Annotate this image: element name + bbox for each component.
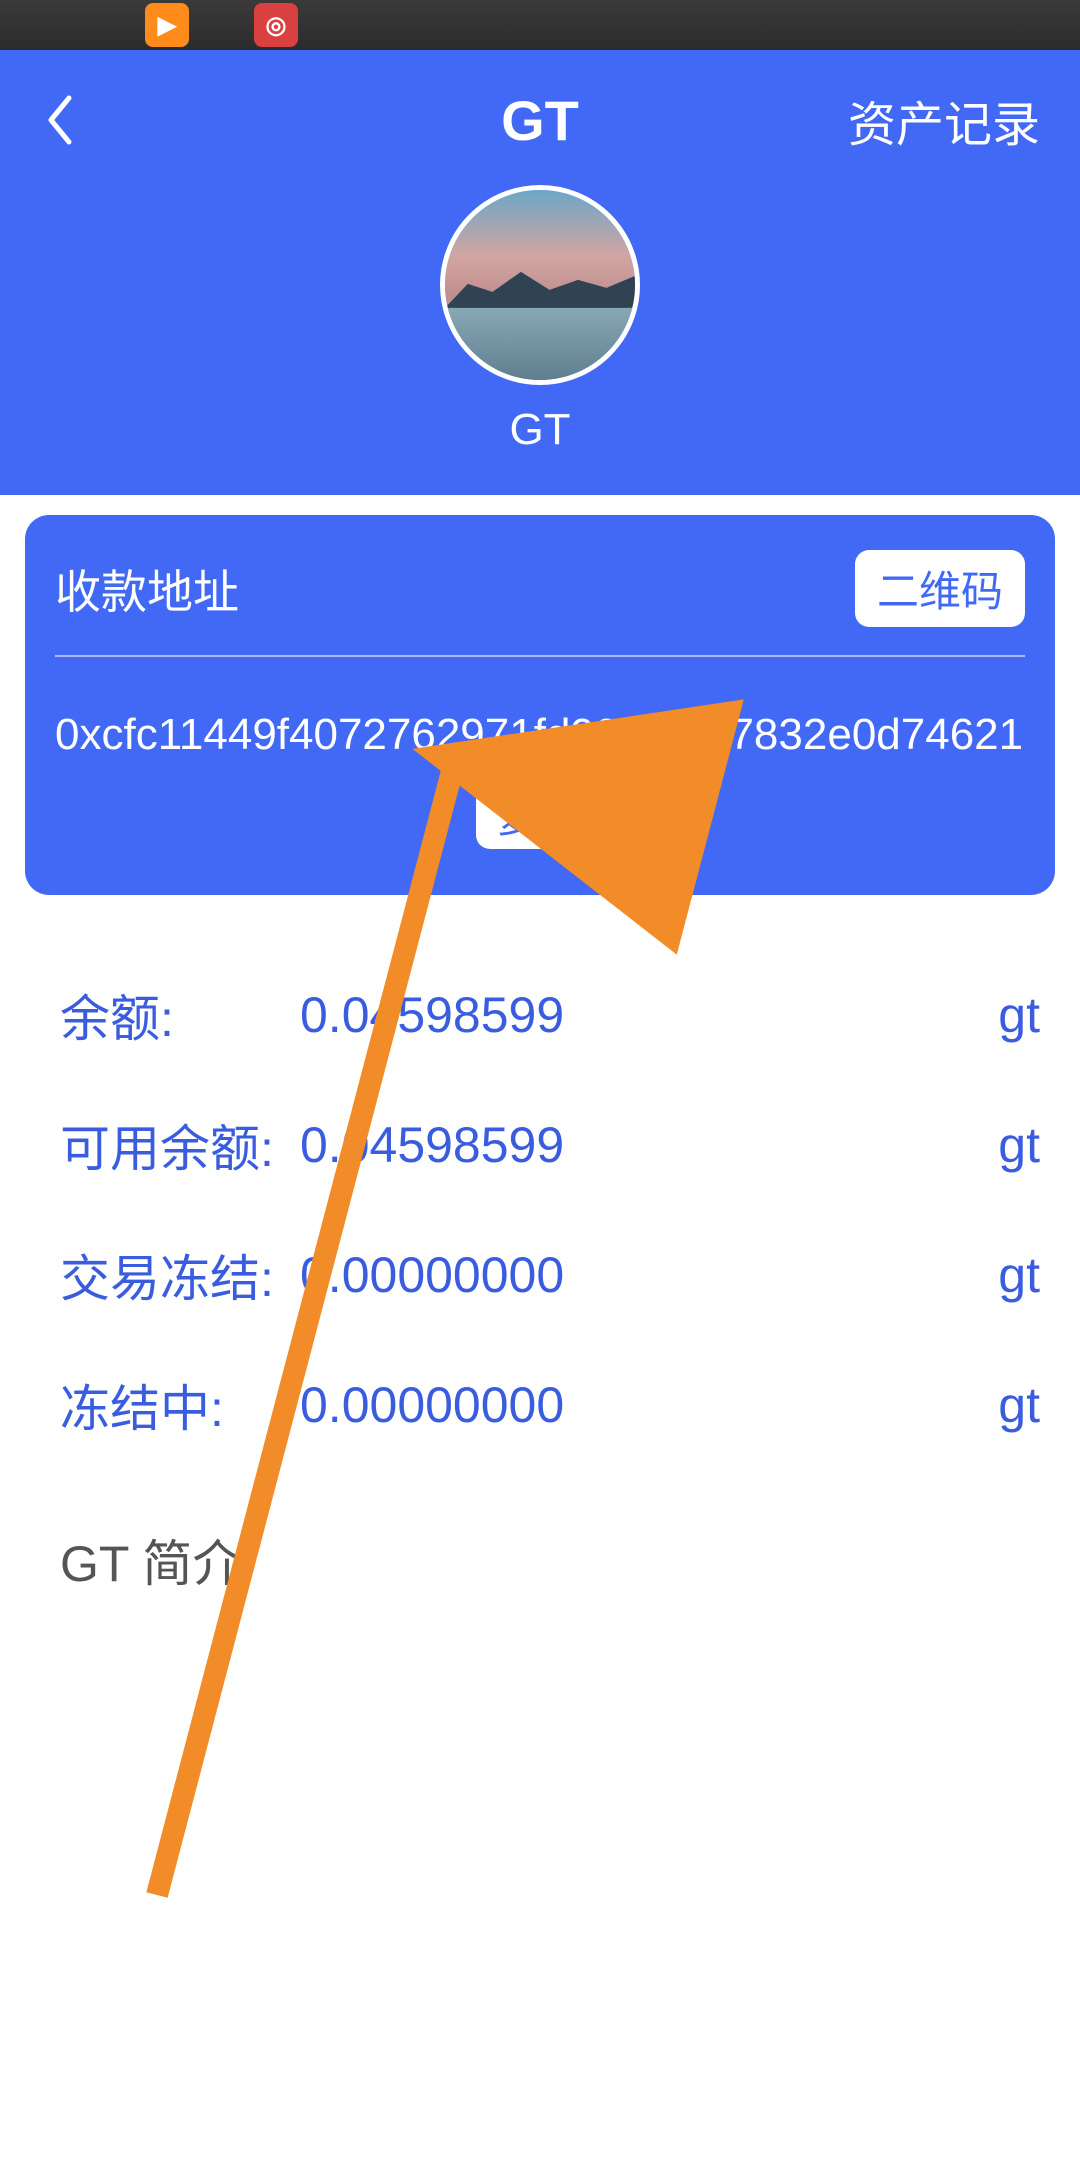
- balance-label: 余额:: [60, 979, 290, 1051]
- row-freezing: 冻结中: 0.00000000 gt: [60, 1340, 1040, 1470]
- back-button[interactable]: [40, 90, 80, 150]
- frozen-trade-label: 交易冻结:: [60, 1239, 290, 1311]
- card-header: 收款地址 二维码: [55, 550, 1025, 657]
- header: GT 资产记录 GT: [0, 50, 1080, 495]
- wallet-address[interactable]: 0xcfc11449f4072762971fd99102f37832e0d746…: [55, 705, 1025, 764]
- freezing-value: 0.00000000: [290, 1376, 960, 1434]
- asset-records-link[interactable]: 资产记录: [848, 85, 1040, 155]
- frozen-trade-value: 0.00000000: [290, 1246, 960, 1304]
- freezing-unit: gt: [960, 1376, 1040, 1434]
- freezing-label: 冻结中:: [60, 1369, 290, 1441]
- balance-value: 0.04598599: [290, 986, 960, 1044]
- row-available: 可用余额: 0.04598599 gt: [60, 1080, 1040, 1210]
- row-brief[interactable]: GT 简介: [60, 1495, 1040, 1625]
- balance-stats: 余额: 0.04598599 gt 可用余额: 0.04598599 gt 交易…: [0, 950, 1080, 1625]
- card-title: 收款地址: [55, 556, 239, 622]
- available-value: 0.04598599: [290, 1116, 960, 1174]
- row-frozen-trade: 交易冻结: 0.00000000 gt: [60, 1210, 1040, 1340]
- row-balance: 余额: 0.04598599 gt: [60, 950, 1040, 1080]
- chevron-left-icon: [45, 94, 75, 146]
- available-unit: gt: [960, 1116, 1040, 1174]
- page-title: GT: [501, 88, 579, 153]
- frozen-trade-unit: gt: [960, 1246, 1040, 1304]
- receive-address-card: 收款地址 二维码 0xcfc11449f4072762971fd99102f37…: [25, 515, 1055, 895]
- statusbar-app-icon-2: ◎: [254, 3, 298, 47]
- status-bar: ▶ ◎: [0, 0, 1080, 50]
- avatar-section: GT: [40, 185, 1040, 455]
- copy-button[interactable]: 复制: [476, 786, 604, 849]
- brief-label: GT 简介: [60, 1524, 290, 1596]
- statusbar-app-icon-1: ▶: [145, 3, 189, 47]
- qr-code-button[interactable]: 二维码: [855, 550, 1025, 627]
- available-label: 可用余额:: [60, 1109, 290, 1181]
- balance-unit: gt: [960, 986, 1040, 1044]
- nav-bar: GT 资产记录: [40, 80, 1040, 160]
- token-name: GT: [509, 405, 570, 455]
- token-avatar: [440, 185, 640, 385]
